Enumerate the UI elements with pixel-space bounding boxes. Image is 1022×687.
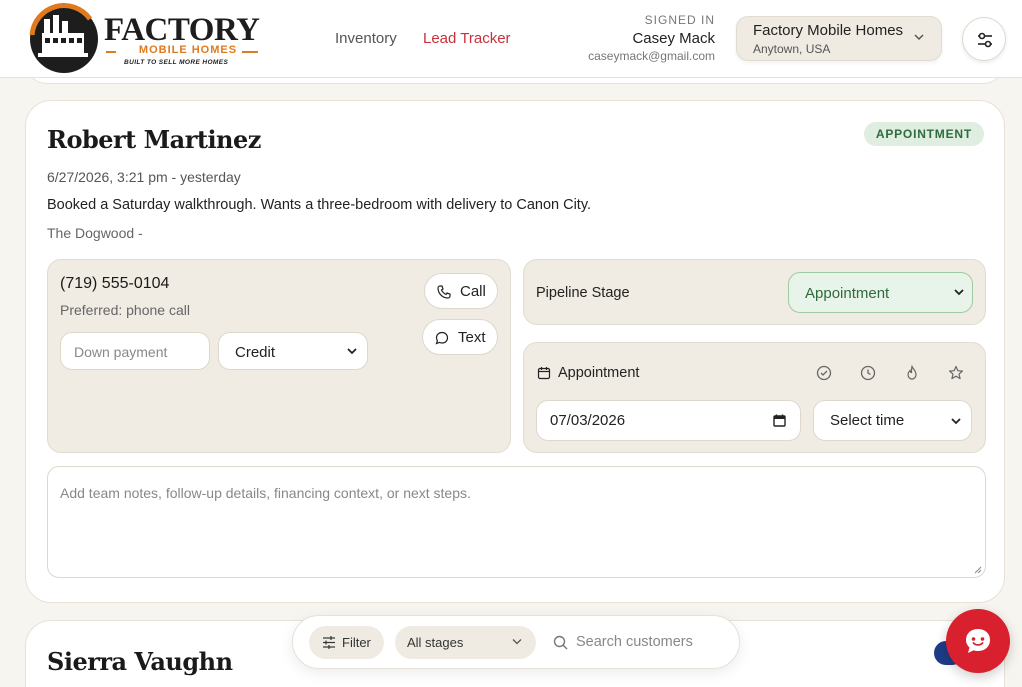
pipeline-stage-select[interactable]: Appointment	[788, 272, 973, 313]
check-circle-icon[interactable]	[816, 365, 832, 381]
dealer-name: Factory Mobile Homes	[753, 22, 904, 39]
lead-name: Sierra Vaughn	[47, 647, 233, 676]
stage-filter-value: All stages	[407, 635, 464, 650]
lead-name: Robert Martinez	[47, 125, 261, 154]
appointment-date-input[interactable]: 07/03/2026	[536, 400, 801, 441]
user-email: caseymack@gmail.com	[588, 49, 715, 63]
lead-model: The Dogwood -	[47, 225, 143, 241]
down-payment-placeholder: Down payment	[74, 344, 168, 360]
text-label: Text	[458, 329, 486, 346]
text-button[interactable]: Text	[422, 319, 498, 355]
appointment-time-select[interactable]: Select time	[813, 400, 972, 441]
user-name: Casey Mack	[632, 30, 715, 47]
chevron-down-icon	[512, 639, 522, 645]
flame-icon[interactable]	[904, 365, 920, 381]
chevron-down-icon	[951, 418, 961, 425]
dealer-location: Anytown, USA	[753, 42, 831, 56]
chevron-down-icon	[914, 34, 924, 41]
brand-subtitle: MOBILE HOMES	[138, 44, 238, 56]
chat-button[interactable]	[946, 609, 1010, 673]
call-button[interactable]: Call	[424, 273, 498, 309]
pipeline-stage-label: Pipeline Stage	[536, 285, 630, 301]
brand-tagline: BUILT TO SELL MORE HOMES	[124, 59, 229, 66]
dealer-select[interactable]: Factory Mobile Homes Anytown, USA	[736, 16, 942, 61]
chevron-down-icon	[347, 348, 357, 355]
phone-icon	[437, 285, 451, 299]
status-badge: APPOINTMENT	[863, 122, 984, 146]
lead-card: Robert Martinez APPOINTMENT 6/27/2026, 3…	[25, 100, 1005, 603]
call-label: Call	[460, 283, 486, 300]
sliders-icon	[323, 636, 335, 649]
brand-logo[interactable]: FACTORY MOBILE HOMES BUILT TO SELL MORE …	[28, 3, 260, 75]
filter-label: Filter	[342, 635, 371, 650]
calendar-icon[interactable]	[773, 414, 786, 427]
team-notes-placeholder: Add team notes, follow-up details, finan…	[60, 485, 471, 501]
clock-icon[interactable]	[860, 365, 876, 381]
financing-select[interactable]: Credit	[218, 332, 368, 370]
chevron-down-icon	[954, 289, 964, 296]
appointment-date-value: 07/03/2026	[550, 412, 626, 429]
signed-in-label: SIGNED IN	[644, 13, 715, 27]
resize-grip-icon[interactable]	[974, 566, 982, 574]
lead-date: 6/27/2026, 3:21 pm - yesterday	[47, 169, 241, 185]
app-header: FACTORY MOBILE HOMES BUILT TO SELL MORE …	[0, 0, 1022, 78]
pipeline-stage-value: Appointment	[805, 285, 890, 302]
brand-divider	[106, 51, 116, 53]
pipeline-stage-panel: Pipeline Stage Appointment	[523, 259, 986, 325]
lead-note: Booked a Saturday walkthrough. Wants a t…	[47, 197, 592, 213]
phone-number: (719) 555-0104	[60, 275, 170, 292]
preferred-contact: Preferred: phone call	[60, 302, 190, 318]
stage-filter-select[interactable]: All stages	[395, 626, 536, 659]
brand-divider	[242, 51, 258, 53]
search-icon	[553, 635, 568, 650]
down-payment-input[interactable]: Down payment	[60, 332, 210, 370]
chat-icon	[966, 629, 990, 653]
star-icon[interactable]	[948, 365, 964, 381]
appointment-panel: Appointment 07/03/2026 Select time	[523, 342, 986, 453]
appointment-label: Appointment	[558, 365, 640, 381]
factory-logo-icon	[29, 3, 98, 73]
settings-button[interactable]	[962, 17, 1006, 61]
contact-panel: (719) 555-0104 Preferred: phone call Cal…	[47, 259, 511, 453]
calendar-icon	[537, 367, 551, 380]
appointment-time-value: Select time	[830, 412, 905, 429]
search-input[interactable]: Search customers	[576, 634, 693, 650]
message-icon	[435, 331, 449, 345]
nav-lead-tracker[interactable]: Lead Tracker	[423, 30, 511, 47]
sliders-icon	[978, 32, 992, 48]
financing-value: Credit	[235, 344, 276, 361]
filter-button[interactable]: Filter	[309, 626, 384, 659]
filter-bar: Filter All stages Search customers	[292, 615, 740, 669]
nav-inventory[interactable]: Inventory	[335, 30, 397, 47]
team-notes-textarea[interactable]: Add team notes, follow-up details, finan…	[47, 466, 986, 578]
